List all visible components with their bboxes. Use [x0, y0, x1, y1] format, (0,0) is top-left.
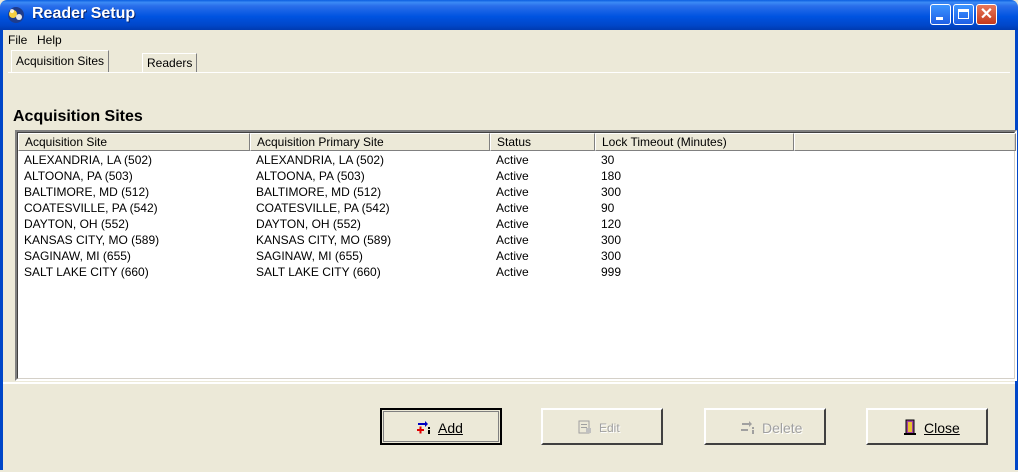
cell-lock-timeout: 30	[601, 153, 615, 167]
cell-lock-timeout: 300	[601, 233, 622, 247]
cell-status: Active	[496, 249, 529, 263]
close-button-label: Close	[924, 420, 960, 436]
cell-primary-site: KANSAS CITY, MO (589)	[256, 233, 392, 247]
button-panel	[3, 382, 1015, 472]
section-heading: Acquisition Sites	[13, 108, 143, 125]
add-icon	[417, 421, 430, 434]
cell-acquisition-site: DAYTON, OH (552)	[24, 217, 129, 231]
cell-status: Active	[496, 233, 529, 247]
tab-divider	[8, 72, 1010, 73]
cell-lock-timeout: 180	[601, 169, 622, 183]
cell-lock-timeout: 999	[601, 265, 622, 279]
cell-status: Active	[496, 169, 529, 183]
cell-acquisition-site: KANSAS CITY, MO (589)	[24, 233, 160, 247]
table-row[interactable]: COATESVILLE, PA (542) COATESVILLE, PA (54…	[18, 200, 1014, 216]
cell-acquisition-site: SAGINAW, MI (655)	[24, 249, 131, 263]
cell-lock-timeout: 300	[601, 185, 622, 199]
table-row[interactable]: SALT LAKE CITY (660) SALT LAKE CITY (660)…	[18, 264, 1014, 280]
edit-button[interactable]: Edit	[541, 408, 663, 445]
cell-acquisition-site: ALEXANDRIA, LA (502)	[24, 153, 153, 167]
delete-button-label: Delete	[762, 420, 803, 436]
app-icon	[8, 7, 24, 23]
maximize-icon	[958, 9, 969, 19]
cell-lock-timeout: 300	[601, 249, 622, 263]
cell-acquisition-site: COATESVILLE, PA (542)	[24, 201, 158, 215]
menu-help[interactable]: Help	[34, 32, 65, 48]
close-button[interactable]: Close	[866, 408, 988, 445]
cell-status: Active	[496, 201, 529, 215]
table-row[interactable]: DAYTON, OH (552) DAYTON, OH (552) Active 12…	[18, 216, 1014, 232]
edit-icon	[578, 420, 591, 434]
cell-acquisition-site: ALTOONA, PA (503)	[24, 169, 133, 183]
column-header-primary-site[interactable]: Acquisition Primary Site	[250, 133, 490, 151]
column-header-status[interactable]: Status	[490, 133, 595, 151]
table-row[interactable]: BALTIMORE, MD (512) BALTIMORE, MD (512) Ac…	[18, 184, 1014, 200]
cell-status: Active	[496, 153, 529, 167]
cell-primary-site: ALTOONA, PA (503)	[256, 169, 365, 183]
column-header-lock-timeout[interactable]: Lock Timeout (Minutes)	[595, 133, 794, 151]
cell-lock-timeout: 120	[601, 217, 622, 231]
add-button[interactable]: Add	[380, 408, 502, 445]
cell-primary-site: COATESVILLE, PA (542)	[256, 201, 390, 215]
acquisition-sites-list[interactable]: Acquisition Site Acquisition Primary Sit…	[15, 130, 1017, 381]
column-header-filler	[794, 133, 1016, 151]
delete-button[interactable]: Delete	[704, 408, 826, 445]
cell-status: Active	[496, 265, 529, 279]
maximize-button[interactable]	[953, 4, 974, 25]
menu-file[interactable]: File	[5, 32, 30, 48]
cell-primary-site: SALT LAKE CITY (660)	[256, 265, 381, 279]
close-window-button[interactable]: ✕	[976, 4, 997, 25]
table-row[interactable]: ALTOONA, PA (503) ALTOONA, PA (503) Active…	[18, 168, 1014, 184]
close-icon: ✕	[979, 6, 994, 23]
list-inner: Acquisition Site Acquisition Primary Sit…	[17, 132, 1016, 379]
cell-acquisition-site: BALTIMORE, MD (512)	[24, 185, 150, 199]
cell-primary-site: ALEXANDRIA, LA (502)	[256, 153, 385, 167]
table-row[interactable]: ALEXANDRIA, LA (502) ALEXANDRIA, LA (502)…	[18, 152, 1014, 168]
cell-primary-site: DAYTON, OH (552)	[256, 217, 361, 231]
tab-readers[interactable]: Readers	[142, 53, 198, 73]
cell-lock-timeout: 90	[601, 201, 615, 215]
cell-status: Active	[496, 217, 529, 231]
menu-bar: File Help	[3, 30, 1015, 49]
title-bar[interactable]: Reader Setup ✕	[0, 0, 1018, 30]
cell-status: Active	[496, 185, 529, 199]
add-button-label: Add	[438, 420, 463, 436]
cell-primary-site: BALTIMORE, MD (512)	[256, 185, 382, 199]
minimize-button[interactable]	[930, 4, 951, 25]
minimize-icon	[936, 17, 943, 20]
column-header-acquisition-site[interactable]: Acquisition Site	[18, 133, 250, 151]
table-row[interactable]: SAGINAW, MI (655) SAGINAW, MI (655) Active…	[18, 248, 1014, 264]
delete-icon	[741, 421, 754, 434]
cell-primary-site: SAGINAW, MI (655)	[256, 249, 363, 263]
edit-button-label: Edit	[599, 421, 620, 435]
window-title: Reader Setup	[32, 5, 136, 22]
cell-acquisition-site: SALT LAKE CITY (660)	[24, 265, 149, 279]
tab-acquisition-sites[interactable]: Acquisition Sites	[11, 50, 110, 72]
list-header: Acquisition Site Acquisition Primary Sit…	[18, 133, 1016, 151]
table-row[interactable]: KANSAS CITY, MO (589) KANSAS CITY, MO (58…	[18, 232, 1014, 248]
door-icon	[904, 419, 916, 435]
